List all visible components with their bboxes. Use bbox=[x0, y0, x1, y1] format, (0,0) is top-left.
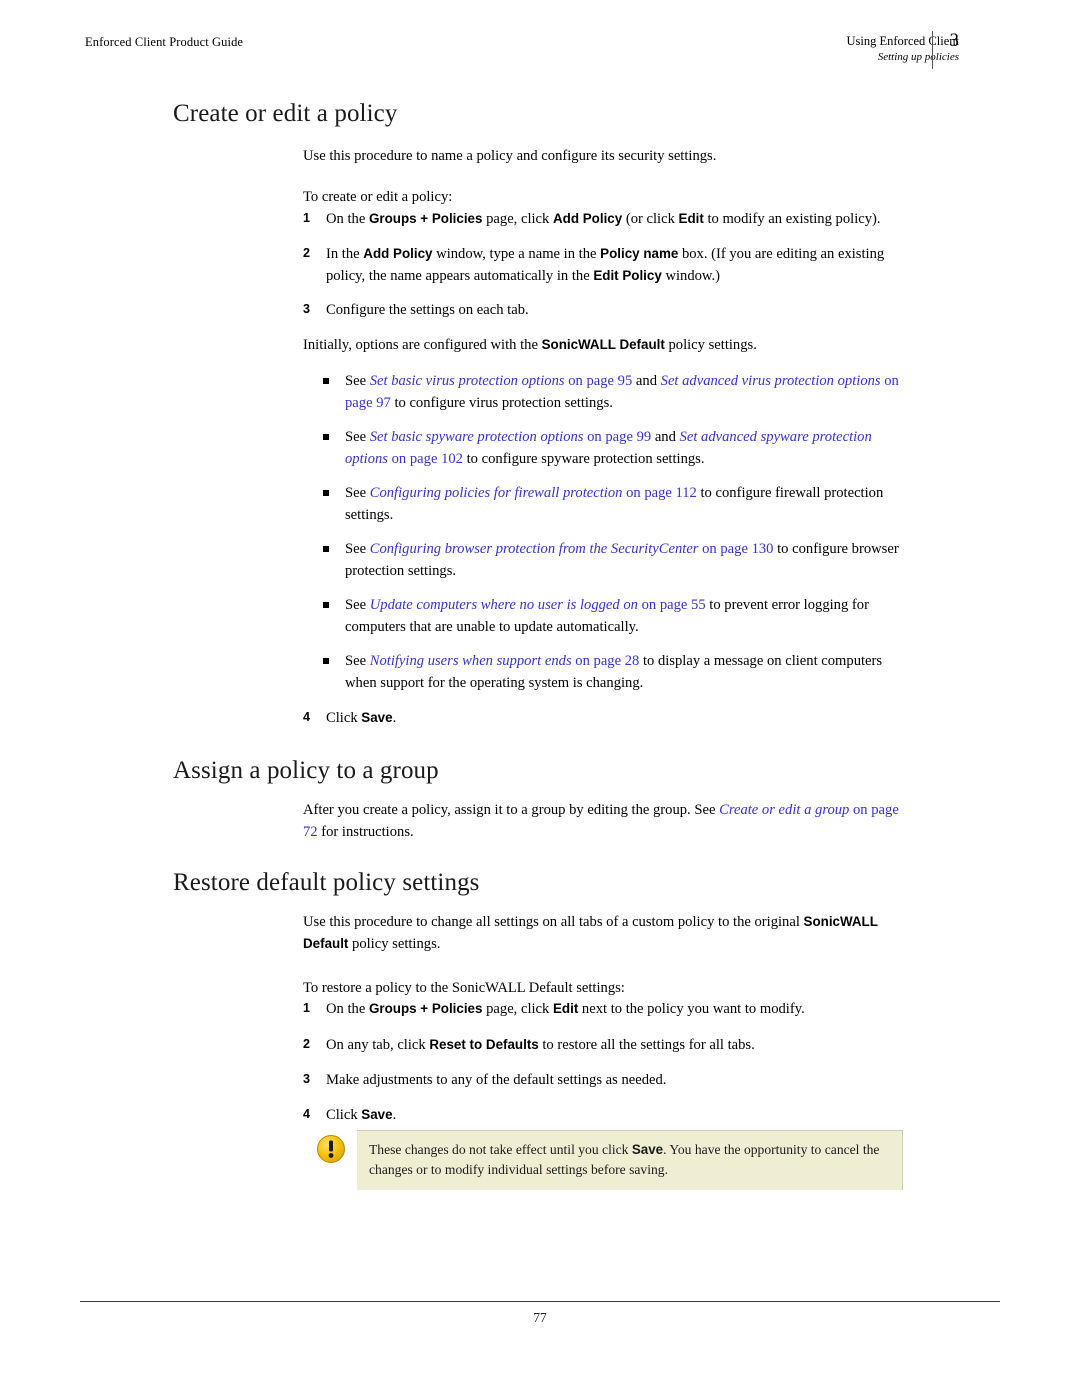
create-step-2: 2 In the Add Policy window, type a name … bbox=[303, 244, 913, 288]
create-step-2-number: 2 bbox=[303, 246, 311, 260]
header-right-group: Using Enforced Client Setting up policie… bbox=[846, 30, 960, 69]
create-step-4-number: 4 bbox=[303, 710, 311, 724]
restore-defaults-lead-in: To restore a policy to the SonicWALL Def… bbox=[303, 980, 625, 996]
create-bullet-firewall-text: See Configuring policies for firewall pr… bbox=[345, 485, 884, 523]
bullet-square-icon bbox=[323, 658, 329, 664]
header-divider bbox=[932, 31, 933, 69]
header-chapter-title: Using Enforced Client bbox=[846, 34, 959, 48]
bullet-square-icon bbox=[323, 602, 329, 608]
link-set-basic-virus-protection-options[interactable]: Set basic virus protection options bbox=[370, 373, 565, 389]
create-bullet-virus-text: See Set basic virus protection options o… bbox=[345, 373, 899, 411]
warning-icon bbox=[316, 1134, 346, 1164]
create-bullet-notify-users: See Notifying users when support ends on… bbox=[323, 651, 913, 695]
heading-assign-a-policy-to-a-group: Assign a policy to a group bbox=[173, 757, 439, 784]
note-callout-box: These changes do not take effect until y… bbox=[357, 1130, 903, 1191]
link-configuring-browser-protection-from-the-securitycenter[interactable]: Configuring browser protection from the … bbox=[370, 541, 699, 557]
note-save-bold: Save bbox=[631, 1142, 664, 1157]
restore-step-1-text: On the Groups + Policies page, click Edi… bbox=[326, 1001, 805, 1017]
restore-step-2-number: 2 bbox=[303, 1037, 311, 1051]
create-step-4-text: Click Save. bbox=[326, 710, 397, 726]
create-bullet-browser: See Configuring browser protection from … bbox=[323, 539, 913, 583]
create-bullet-update-computers: See Update computers where no user is lo… bbox=[323, 595, 913, 639]
link-update-computers-where-no-user-is-logged-on[interactable]: Update computers where no user is logged… bbox=[370, 597, 638, 613]
create-step-1: 1 On the Groups + Policies page, click A… bbox=[303, 209, 913, 231]
create-bullet-update-computers-text: See Update computers where no user is lo… bbox=[345, 597, 869, 635]
create-step-3-number: 3 bbox=[303, 302, 311, 316]
create-bullet-notify-users-text: See Notifying users when support ends on… bbox=[345, 653, 883, 691]
heading-create-or-edit-a-policy: Create or edit a policy bbox=[173, 100, 398, 127]
restore-step-3: 3 Make adjustments to any of the default… bbox=[303, 1070, 913, 1092]
link-configuring-policies-for-firewall-protection[interactable]: Configuring policies for firewall protec… bbox=[370, 485, 623, 501]
create-policy-lead-in: To create or edit a policy: bbox=[303, 189, 453, 205]
footer-rule bbox=[80, 1301, 1000, 1302]
restore-step-1-number: 1 bbox=[303, 1001, 311, 1015]
note-callout-text: These changes do not take effect until y… bbox=[369, 1142, 880, 1178]
restore-step-4-number: 4 bbox=[303, 1107, 311, 1121]
restore-step-4-text: Click Save. bbox=[326, 1107, 397, 1123]
link-set-basic-spyware-protection-options[interactable]: Set basic spyware protection options bbox=[370, 429, 584, 445]
header-document-title: Enforced Client Product Guide bbox=[85, 35, 244, 49]
create-bullet-spyware-text: See Set basic spyware protection options… bbox=[345, 429, 872, 467]
bullet-square-icon bbox=[323, 490, 329, 496]
bullet-square-icon bbox=[323, 434, 329, 440]
assign-policy-body: After you create a policy, assign it to … bbox=[303, 802, 899, 840]
create-step-3-note: Initially, options are configured with t… bbox=[303, 337, 757, 353]
restore-defaults-intro: Use this procedure to change all setting… bbox=[303, 914, 878, 952]
restore-step-3-text: Make adjustments to any of the default s… bbox=[326, 1072, 667, 1088]
link-create-or-edit-a-group[interactable]: Create or edit a group bbox=[719, 802, 849, 818]
create-bullet-virus: See Set basic virus protection options o… bbox=[323, 371, 913, 415]
create-policy-intro: Use this procedure to name a policy and … bbox=[303, 148, 717, 164]
bullet-square-icon bbox=[323, 546, 329, 552]
create-step-3-text: Configure the settings on each tab. bbox=[326, 302, 529, 318]
link-set-advanced-virus-protection-options[interactable]: Set advanced virus protection options bbox=[661, 373, 881, 389]
create-step-3: 3 Configure the settings on each tab. bbox=[303, 300, 913, 322]
page-header: Enforced Client Product Guide Using Enfo… bbox=[85, 30, 995, 73]
create-bullet-firewall: See Configuring policies for firewall pr… bbox=[323, 483, 913, 527]
restore-step-3-number: 3 bbox=[303, 1072, 311, 1086]
link-notifying-users-when-support-ends[interactable]: Notifying users when support ends bbox=[370, 653, 572, 669]
document-page: Enforced Client Product Guide Using Enfo… bbox=[0, 0, 1080, 1397]
header-section-title: Setting up policies bbox=[877, 50, 959, 63]
header-chapter-number: 3 bbox=[949, 30, 960, 51]
create-step-1-text: On the Groups + Policies page, click Add… bbox=[326, 211, 881, 227]
restore-step-4: 4 Click Save. bbox=[303, 1105, 913, 1127]
create-step-4: 4 Click Save. bbox=[303, 708, 913, 730]
bullet-square-icon bbox=[323, 378, 329, 384]
restore-step-1: 1 On the Groups + Policies page, click E… bbox=[303, 999, 913, 1021]
restore-step-2-text: On any tab, click Reset to Defaults to r… bbox=[326, 1037, 755, 1053]
create-step-2-text: In the Add Policy window, type a name in… bbox=[326, 246, 885, 284]
footer-page-number: 77 bbox=[533, 1310, 547, 1325]
restore-step-2: 2 On any tab, click Reset to Defaults to… bbox=[303, 1035, 913, 1057]
create-bullet-spyware: See Set basic spyware protection options… bbox=[323, 427, 913, 471]
create-bullet-browser-text: See Configuring browser protection from … bbox=[345, 541, 899, 579]
heading-restore-default-policy-settings: Restore default policy settings bbox=[173, 869, 480, 896]
create-step-1-number: 1 bbox=[303, 211, 311, 225]
